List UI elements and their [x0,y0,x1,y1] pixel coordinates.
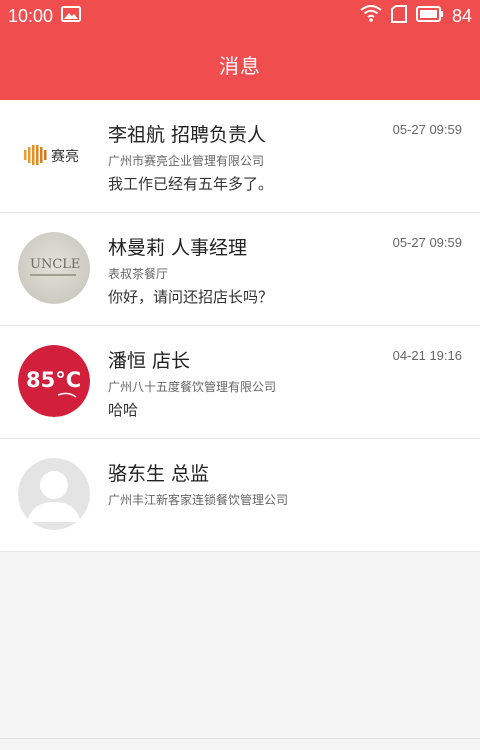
avatar-logo-text: UNCLE [30,257,80,272]
company-name: 广州丰江新客家连锁餐饮管理公司 [108,493,289,507]
last-message: 你好，请问还招店长吗？ [108,288,274,306]
last-message: 我工作已经有五年多了。 [108,175,274,193]
battery-icon [415,5,444,27]
company-avatar: UNCLE [18,232,90,304]
last-message: 哈哈 [108,401,139,419]
status-bar: 10:00 84 [0,0,480,32]
page-title: 消息 [219,54,261,78]
default-avatar [18,458,90,530]
company-name: 表叔茶餐厅 [108,267,169,281]
bottom-nav-edge [0,738,480,750]
company-name: 广州八十五度餐饮管理有限公司 [108,380,277,394]
message-item[interactable]: UNCLE 林曼莉 人事经理 表叔茶餐厅 你好，请问还招店长吗？ 05-27 0… [0,213,480,326]
image-icon [61,5,82,27]
avatar-logo-text: 85°C [26,368,81,392]
message-item[interactable]: 骆东生 总监 广州丰江新客家连锁餐饮管理公司 [0,439,480,552]
contact-name: 潘恒 店长 [108,350,191,372]
app-header: 10:00 84 消息 [0,0,480,100]
company-avatar: 85°C [18,345,90,417]
sim-icon [390,4,408,28]
message-time: 05-27 09:59 [392,235,462,250]
status-time: 10:00 [8,5,54,26]
message-list: 赛亮 李祖航 招聘负责人 广州市赛亮企业管理有限公司 我工作已经有五年多了。 0… [0,100,480,552]
message-item[interactable]: 85°C 潘恒 店长 广州八十五度餐饮管理有限公司 哈哈 04-21 19:16 [0,326,480,439]
message-time: 04-21 19:16 [392,348,462,363]
battery-level: 84 [451,5,472,26]
contact-name: 李祖航 招聘负责人 [108,124,267,146]
message-time: 05-27 09:59 [392,122,462,137]
company-avatar: 赛亮 [18,119,90,191]
user-icon [18,458,90,530]
avatar-logo-text: 赛亮 [51,148,79,165]
message-item[interactable]: 赛亮 李祖航 招聘负责人 广州市赛亮企业管理有限公司 我工作已经有五年多了。 0… [0,100,480,213]
company-name: 广州市赛亮企业管理有限公司 [108,154,265,168]
wifi-icon [360,5,382,27]
contact-name: 骆东生 总监 [108,463,210,485]
contact-name: 林曼莉 人事经理 [108,237,248,259]
